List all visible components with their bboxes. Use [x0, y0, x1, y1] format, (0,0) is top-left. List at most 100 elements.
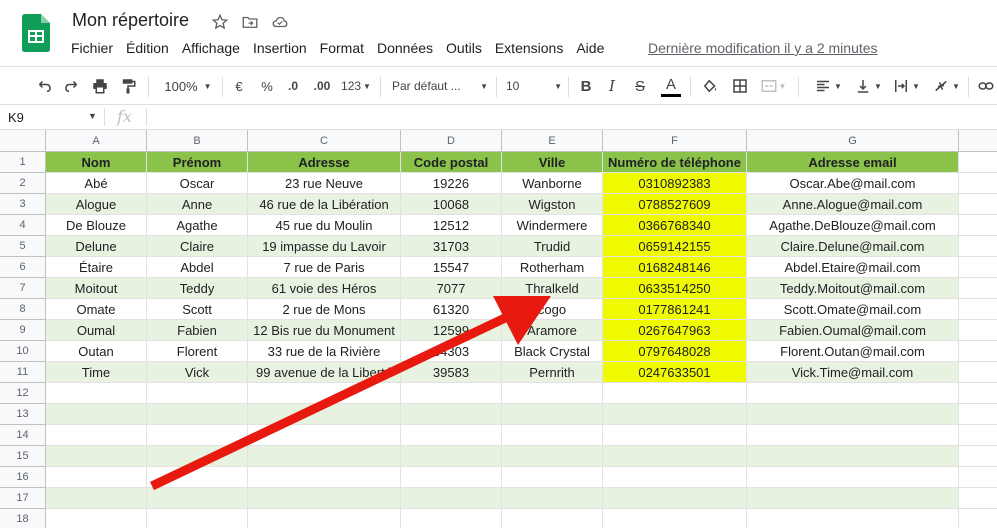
empty-cell[interactable]	[603, 404, 747, 425]
row-header[interactable]: 10	[0, 341, 46, 362]
table-cell[interactable]: 0788527609	[603, 194, 747, 215]
empty-cell[interactable]	[502, 404, 603, 425]
table-cell[interactable]: 33 rue de la Rivière	[248, 341, 401, 362]
empty-cell[interactable]	[603, 467, 747, 488]
empty-cell[interactable]	[959, 488, 997, 509]
table-cell[interactable]: Anne.Alogue@mail.com	[747, 194, 959, 215]
empty-cell[interactable]	[147, 446, 248, 467]
table-cell[interactable]: 46 rue de la Libération	[248, 194, 401, 215]
percent-format-button[interactable]: %	[258, 67, 276, 105]
empty-cell[interactable]	[248, 509, 401, 528]
horizontal-align-icon[interactable]: ▼	[812, 67, 844, 105]
text-color-button[interactable]: A	[660, 67, 682, 105]
menu-donnees[interactable]: Données	[377, 40, 433, 56]
print-icon[interactable]	[90, 67, 110, 105]
empty-cell[interactable]	[502, 509, 603, 528]
table-cell[interactable]: Oscar	[147, 173, 248, 194]
table-cell[interactable]: Rotherham	[502, 257, 603, 278]
empty-cell[interactable]	[401, 383, 502, 404]
row-header[interactable]: 4	[0, 215, 46, 236]
table-cell[interactable]: Vick.Time@mail.com	[747, 362, 959, 383]
table-cell[interactable]: Florent.Outan@mail.com	[747, 341, 959, 362]
empty-cell[interactable]	[603, 509, 747, 528]
table-cell[interactable]: Oumal	[46, 320, 147, 341]
empty-cell[interactable]	[959, 173, 997, 194]
last-edit-link[interactable]: Dernière modification il y a 2 minutes	[648, 40, 878, 56]
row-header[interactable]: 13	[0, 404, 46, 425]
empty-cell[interactable]	[959, 404, 997, 425]
table-cell[interactable]: Abé	[46, 173, 147, 194]
google-sheets-logo-icon[interactable]	[22, 14, 50, 52]
font-select[interactable]: Par défaut ... ▼	[392, 67, 488, 105]
table-cell[interactable]: Scott	[147, 299, 248, 320]
table-header-cell[interactable]: Code postal	[401, 152, 502, 173]
table-header-cell[interactable]: Prénom	[147, 152, 248, 173]
table-cell[interactable]: 31703	[401, 236, 502, 257]
menu-outils[interactable]: Outils	[446, 40, 482, 56]
table-cell[interactable]: Alogue	[46, 194, 147, 215]
table-cell[interactable]: Scott.Omate@mail.com	[747, 299, 959, 320]
column-header-c[interactable]: C	[248, 130, 401, 152]
empty-cell[interactable]	[248, 446, 401, 467]
table-cell[interactable]: Étaire	[46, 257, 147, 278]
font-size-select[interactable]: 10 ▼	[506, 67, 562, 105]
empty-cell[interactable]	[502, 383, 603, 404]
row-header[interactable]: 9	[0, 320, 46, 341]
empty-cell[interactable]	[959, 383, 997, 404]
star-icon[interactable]	[210, 12, 230, 32]
empty-cell[interactable]	[401, 488, 502, 509]
name-box[interactable]: K9	[8, 110, 24, 125]
row-header[interactable]: 16	[0, 467, 46, 488]
table-cell[interactable]: Wanborne	[502, 173, 603, 194]
empty-cell[interactable]	[603, 446, 747, 467]
chevron-down-icon[interactable]: ▼	[88, 111, 97, 121]
empty-cell[interactable]	[46, 467, 147, 488]
table-header-cell[interactable]: Numéro de téléphone	[603, 152, 747, 173]
merge-cells-icon[interactable]: ▼	[758, 67, 788, 105]
table-cell[interactable]: Delune	[46, 236, 147, 257]
table-cell[interactable]: 19 impasse du Lavoir	[248, 236, 401, 257]
empty-cell[interactable]	[147, 383, 248, 404]
decrease-decimal-button[interactable]: .0	[284, 67, 302, 105]
empty-cell[interactable]	[401, 446, 502, 467]
row-header[interactable]: 11	[0, 362, 46, 383]
empty-cell[interactable]	[46, 383, 147, 404]
table-cell[interactable]: Windermere	[502, 215, 603, 236]
column-header-d[interactable]: D	[401, 130, 502, 152]
table-cell[interactable]: 7077	[401, 278, 502, 299]
menu-edition[interactable]: Édition	[126, 40, 169, 56]
table-cell[interactable]: Vick	[147, 362, 248, 383]
table-cell[interactable]: Claire.Delune@mail.com	[747, 236, 959, 257]
insert-link-icon[interactable]	[976, 67, 996, 105]
empty-cell[interactable]	[959, 425, 997, 446]
text-rotation-icon[interactable]: ▼	[930, 67, 962, 105]
column-header-f[interactable]: F	[603, 130, 747, 152]
empty-cell[interactable]	[46, 488, 147, 509]
bold-button[interactable]: B	[578, 67, 594, 105]
empty-cell[interactable]	[603, 488, 747, 509]
table-cell[interactable]: Black Crystal	[502, 341, 603, 362]
select-all-corner[interactable]	[0, 130, 46, 152]
table-cell[interactable]: Teddy.Moitout@mail.com	[747, 278, 959, 299]
table-cell[interactable]: Florent	[147, 341, 248, 362]
table-cell[interactable]: Wigston	[502, 194, 603, 215]
empty-cell[interactable]	[248, 404, 401, 425]
table-cell[interactable]: 0797648028	[603, 341, 747, 362]
table-cell[interactable]: 23 rue Neuve	[248, 173, 401, 194]
table-cell[interactable]: Fabien	[147, 320, 248, 341]
column-header-a[interactable]: A	[46, 130, 147, 152]
table-cell[interactable]: Teddy	[147, 278, 248, 299]
empty-cell[interactable]	[147, 488, 248, 509]
table-cell[interactable]: Aramore	[502, 320, 603, 341]
zoom-select[interactable]: 100% ▼	[160, 67, 216, 105]
table-cell[interactable]: Agathe.DeBlouze@mail.com	[747, 215, 959, 236]
empty-cell[interactable]	[46, 404, 147, 425]
empty-cell[interactable]	[959, 362, 997, 383]
table-cell[interactable]: 0659142155	[603, 236, 747, 257]
empty-cell[interactable]	[959, 320, 997, 341]
table-cell[interactable]: Trudid	[502, 236, 603, 257]
empty-cell[interactable]	[747, 509, 959, 528]
empty-cell[interactable]	[248, 425, 401, 446]
table-cell[interactable]: 15547	[401, 257, 502, 278]
empty-cell[interactable]	[147, 509, 248, 528]
